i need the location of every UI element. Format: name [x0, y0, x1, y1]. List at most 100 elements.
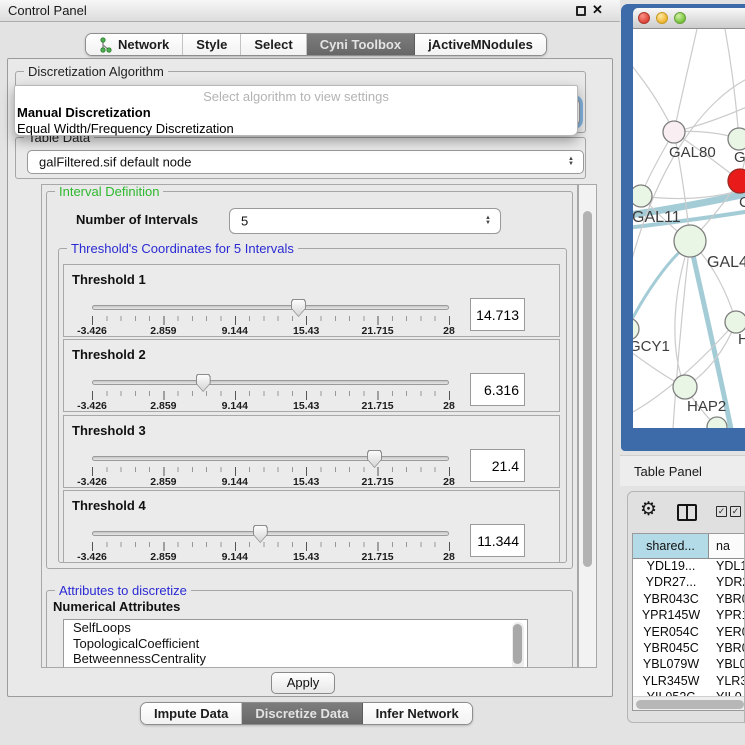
threshold-4-block: Threshold 4 -3.4262.8599.14415.4321.7152… [63, 490, 560, 563]
network-node-right-mid[interactable] [725, 311, 745, 333]
tab-infer-network[interactable]: Infer Network [363, 703, 472, 724]
table-row[interactable]: YBR043CYBR0 [633, 592, 745, 608]
network-node-top-right[interactable] [728, 128, 745, 150]
combo-value: galFiltered.sif default node [39, 155, 191, 170]
network-node-gal80[interactable] [663, 121, 685, 143]
mac-close-button[interactable] [638, 12, 650, 24]
panel-title: Control Panel [8, 3, 87, 18]
slider-tick-label: 21.715 [362, 325, 394, 337]
cyni-toolbox-panel: Discretization Algorithm ▲▼ Select algor… [7, 58, 613, 697]
tab-label: Cyni Toolbox [320, 37, 401, 52]
slider-tick-label: 2.859 [150, 400, 176, 412]
number-of-intervals-label: Number of Intervals [76, 212, 198, 227]
network-node-gal11[interactable] [633, 185, 652, 207]
threshold-4-slider[interactable]: -3.4262.8599.14415.4321.71528 [92, 527, 449, 561]
list-scrollbar[interactable] [512, 622, 524, 668]
control-panel-titlebar: Control Panel ✕ [0, 0, 620, 22]
table-row[interactable]: YBL079WYBL0 [633, 657, 745, 673]
scrollbar-thumb[interactable] [636, 700, 744, 709]
bottom-tabstrip: Impute Data Discretize Data Infer Networ… [140, 702, 473, 725]
network-node-selected-red[interactable] [728, 169, 745, 193]
table-row[interactable]: YER054CYER0 [633, 625, 745, 641]
network-node-gal4[interactable] [674, 225, 706, 257]
table-row[interactable]: YBR045CYBR0 [633, 641, 745, 657]
network-edge[interactable] [674, 29, 697, 132]
network-node-hap2[interactable] [673, 375, 697, 399]
slider-thumb[interactable] [253, 525, 268, 543]
slider-tick-label: -3.426 [77, 325, 107, 337]
network-node-bottom-partial[interactable] [707, 417, 727, 428]
slider-tick-label: 21.715 [362, 551, 394, 563]
checkbox-icon[interactable]: ✓ [716, 506, 727, 517]
threshold-2-slider[interactable]: -3.4262.8599.14415.4321.71528 [92, 376, 449, 410]
table-row[interactable]: YDL19...YDL1 [633, 559, 745, 575]
threshold-value-field[interactable] [470, 524, 525, 557]
slider-thumb[interactable] [196, 374, 211, 392]
table-row[interactable]: YLR345WYLR3 [633, 674, 745, 690]
network-edge[interactable] [725, 29, 739, 139]
slider-thumb[interactable] [367, 450, 382, 468]
tab-jactivemnodules[interactable]: jActiveMNodules [415, 34, 546, 55]
network-window-titlebar[interactable] [633, 8, 745, 29]
table-horizontal-scrollbar[interactable] [633, 696, 745, 710]
tab-label: Infer Network [376, 706, 459, 721]
apply-button[interactable]: Apply [271, 672, 335, 694]
dropdown-placeholder-option[interactable]: Select algorithm to view settings [15, 89, 577, 104]
threshold-3-slider[interactable]: -3.4262.8599.14415.4321.71528 [92, 452, 449, 486]
threshold-1-slider[interactable]: -3.4262.8599.14415.4321.71528 [92, 301, 449, 335]
threshold-value-field[interactable] [470, 298, 525, 331]
settings-vertical-scrollbar[interactable] [578, 184, 597, 668]
slider-ticks [92, 467, 450, 476]
table-panel: ⚙ ✓ ✓ shared... na YDL19...YDL1YDR27...Y… [627, 491, 745, 723]
numerical-attributes-list[interactable]: SelfLoopsTopologicalCoefficientBetweenne… [63, 619, 528, 668]
tab-style[interactable]: Style [183, 34, 241, 55]
group-label: Threshold's Coordinates for 5 Intervals [67, 241, 298, 256]
float-window-icon[interactable] [576, 6, 586, 16]
dropdown-option-equal-width-frequency[interactable]: Equal Width/Frequency Discretization [17, 121, 234, 136]
slider-tick-label: 28 [443, 551, 455, 563]
group-label: Discretization Algorithm [24, 64, 168, 79]
tab-network[interactable]: Network [86, 34, 183, 55]
tab-impute-data[interactable]: Impute Data [141, 703, 242, 724]
slider-tick-label: 9.144 [222, 551, 248, 563]
tab-cyni-toolbox[interactable]: Cyni Toolbox [307, 34, 415, 55]
slider-tick-label: 2.859 [150, 476, 176, 488]
settings-gear-icon[interactable]: ⚙ [640, 498, 657, 521]
tab-label: jActiveMNodules [428, 37, 533, 52]
mac-minimize-button[interactable] [656, 12, 668, 24]
slider-track[interactable] [92, 456, 449, 461]
attribute-list-item[interactable]: TopologicalCoefficient [64, 636, 527, 652]
tab-discretize-data[interactable]: Discretize Data [242, 703, 362, 724]
dropdown-option-manual-discretization[interactable]: Manual Discretization [17, 105, 151, 120]
checkbox-icon[interactable]: ✓ [730, 506, 741, 517]
threshold-value-field[interactable] [470, 449, 525, 482]
threshold-value-field[interactable] [470, 373, 525, 406]
mac-zoom-button[interactable] [674, 12, 686, 24]
list-scrollbar-thumb[interactable] [513, 624, 522, 664]
combo-arrows-icon: ▲▼ [568, 157, 574, 167]
column-header-shared-name[interactable]: shared... [633, 534, 709, 558]
tab-select[interactable]: Select [241, 34, 306, 55]
table-data-combobox[interactable]: galFiltered.sif default node ▲▼ [27, 150, 584, 174]
check-glyph: ✓ [718, 506, 726, 516]
attribute-list-item[interactable]: SelfLoops [64, 620, 527, 636]
table-row[interactable]: YDR27...YDR2 [633, 575, 745, 591]
network-edge[interactable] [633, 59, 674, 132]
network-canvas[interactable]: GAL80GACGAL11GAL4GCY1HHAP2 [633, 29, 745, 428]
attribute-list-item[interactable]: BetweennessCentrality [64, 651, 527, 667]
slider-track[interactable] [92, 531, 449, 536]
table-row[interactable]: YPR145WYPR1 [633, 608, 745, 624]
column-layout-icon[interactable] [677, 504, 697, 521]
close-icon[interactable]: ✕ [592, 2, 603, 18]
combo-arrows-icon: ▲▼ [485, 216, 491, 226]
slider-track[interactable] [92, 305, 449, 310]
slider-track[interactable] [92, 380, 449, 385]
network-node-gcy1[interactable] [633, 318, 639, 340]
slider-thumb[interactable] [291, 299, 306, 317]
column-header-name[interactable]: na [709, 534, 745, 558]
number-of-intervals-combobox[interactable]: 5 ▲▼ [229, 208, 501, 234]
slider-ticks [92, 542, 450, 551]
slider-ticks [92, 316, 450, 325]
scrollbar-thumb[interactable] [583, 211, 592, 567]
settings-scroll-viewport: Interval Definition Number of Intervals … [41, 184, 578, 668]
